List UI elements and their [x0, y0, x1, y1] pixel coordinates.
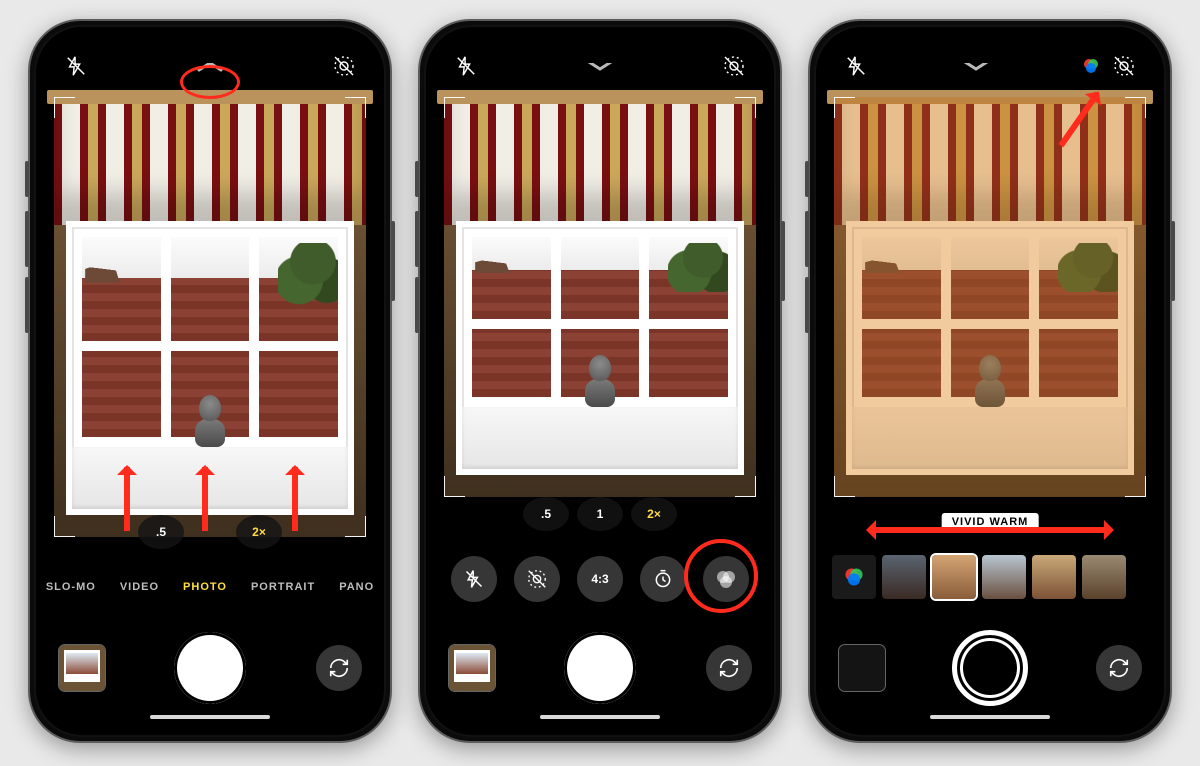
- live-photo-icon[interactable]: [1110, 52, 1138, 80]
- last-photo-thumbnail[interactable]: [838, 644, 886, 692]
- shutter-button[interactable]: [564, 632, 636, 704]
- zoom-2x[interactable]: 2×: [236, 515, 282, 549]
- toolbar-filters-button[interactable]: [703, 556, 749, 602]
- filter-none-button[interactable]: [832, 555, 876, 599]
- phone-frame-1: .5 2× SLO-MO VIDEO PHOTO PORTRAIT PANO: [28, 19, 392, 743]
- screen-1: .5 2× SLO-MO VIDEO PHOTO PORTRAIT PANO: [44, 35, 376, 727]
- last-photo-thumbnail[interactable]: [58, 644, 106, 692]
- flash-icon[interactable]: [62, 52, 90, 80]
- shutter-bar: [434, 623, 766, 713]
- home-indicator[interactable]: [540, 715, 660, 719]
- mode-portrait[interactable]: PORTRAIT: [251, 581, 315, 593]
- zoom-selector: .5 2×: [44, 515, 376, 549]
- zoom-2x[interactable]: 2×: [631, 497, 677, 531]
- switch-camera-button[interactable]: [316, 645, 362, 691]
- toolbar-live-photo-button[interactable]: [514, 556, 560, 602]
- shutter-bar: [824, 623, 1156, 713]
- notch: [905, 35, 1075, 63]
- mode-video[interactable]: VIDEO: [120, 581, 159, 593]
- live-photo-icon[interactable]: [720, 52, 748, 80]
- toolbar-flash-button[interactable]: [451, 556, 497, 602]
- zoom-0-5x[interactable]: .5: [138, 515, 184, 549]
- phone-frame-3: VIVID WARM: [808, 19, 1172, 743]
- tutorial-triptych: .5 2× SLO-MO VIDEO PHOTO PORTRAIT PANO: [0, 0, 1200, 766]
- filter-selector[interactable]: [824, 551, 1156, 603]
- flash-icon[interactable]: [842, 52, 870, 80]
- zoom-1x[interactable]: 1: [577, 497, 623, 531]
- last-photo-thumbnail[interactable]: [448, 644, 496, 692]
- screen-3: VIVID WARM: [824, 35, 1156, 727]
- screen-2: .5 1 2× 4:3: [434, 35, 766, 727]
- switch-camera-button[interactable]: [706, 645, 752, 691]
- filter-thumb-4[interactable]: [1032, 555, 1076, 599]
- phone-frame-2: .5 1 2× 4:3: [418, 19, 782, 743]
- zoom-0-5x[interactable]: .5: [523, 497, 569, 531]
- viewfinder[interactable]: [834, 97, 1146, 497]
- toolbar-aspect-ratio-button[interactable]: 4:3: [577, 556, 623, 602]
- zoom-selector: .5 1 2×: [434, 497, 766, 531]
- filter-thumb-3[interactable]: [982, 555, 1026, 599]
- switch-camera-button[interactable]: [1096, 645, 1142, 691]
- filter-active-indicator-icon: [1082, 57, 1100, 75]
- shutter-bar: [44, 623, 376, 713]
- shutter-button[interactable]: [952, 630, 1028, 706]
- home-indicator[interactable]: [930, 715, 1050, 719]
- toolbar-timer-button[interactable]: [640, 556, 686, 602]
- filter-thumb-1[interactable]: [882, 555, 926, 599]
- notch: [125, 35, 295, 63]
- shutter-button[interactable]: [174, 632, 246, 704]
- filter-thumb-5[interactable]: [1082, 555, 1126, 599]
- mode-pano[interactable]: PANO: [339, 581, 374, 593]
- home-indicator[interactable]: [150, 715, 270, 719]
- viewfinder[interactable]: [444, 97, 756, 497]
- filter-name-label: VIVID WARM: [942, 513, 1039, 530]
- notch: [515, 35, 685, 63]
- viewfinder[interactable]: [54, 97, 366, 537]
- live-photo-icon[interactable]: [330, 52, 358, 80]
- mode-photo[interactable]: PHOTO: [183, 581, 227, 593]
- flash-icon[interactable]: [452, 52, 480, 80]
- mode-selector[interactable]: SLO-MO VIDEO PHOTO PORTRAIT PANO: [44, 573, 376, 601]
- filter-thumb-selected[interactable]: [932, 555, 976, 599]
- camera-toolbar: 4:3: [434, 545, 766, 613]
- mode-slomo[interactable]: SLO-MO: [46, 581, 96, 593]
